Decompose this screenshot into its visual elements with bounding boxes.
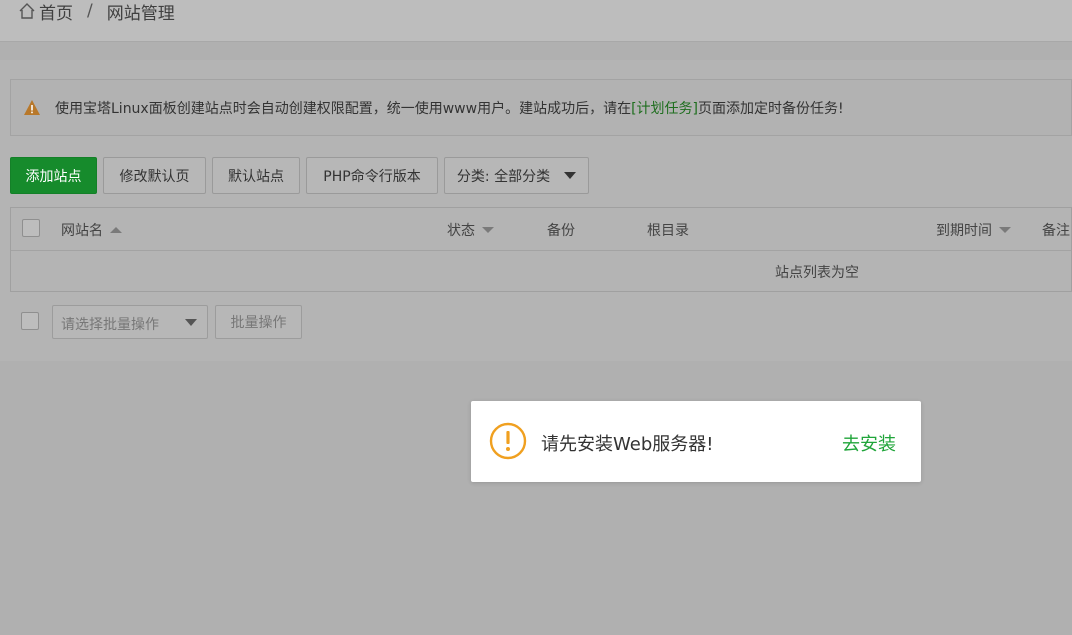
column-root-dir-label: 根目录 (647, 223, 689, 239)
column-site-name[interactable]: 网站名 (61, 220, 122, 240)
sort-desc-icon (999, 227, 1011, 233)
warning-icon (23, 99, 41, 116)
batch-select-checkbox[interactable] (21, 312, 39, 330)
column-expire-time-label: 到期时间 (936, 223, 992, 239)
column-expire-time[interactable]: 到期时间 (936, 220, 1011, 240)
breadcrumb-current: 网站管理 (106, 3, 175, 24)
column-root-dir: 根目录 (647, 220, 689, 240)
scheduled-tasks-link[interactable]: [计划任务] (631, 101, 698, 117)
select-all-checkbox[interactable] (22, 219, 40, 237)
php-cli-version-button[interactable]: PHP命令行版本 (306, 157, 438, 194)
category-select[interactable]: 分类: 全部分类 (444, 157, 589, 194)
column-site-name-label: 网站名 (61, 223, 103, 239)
notice-text: 使用宝塔Linux面板创建站点时会自动创建权限配置，统一使用www用户。建站成功… (55, 98, 844, 118)
edit-default-page-button[interactable]: 修改默认页 (103, 157, 206, 194)
home-icon[interactable] (18, 2, 36, 20)
batch-operation-select[interactable]: 请选择批量操作 (52, 305, 208, 339)
table-header: 网站名 状态 备份 根目录 到期时间 备注 (11, 208, 1071, 251)
breadcrumb: 首页 / 网站管理 (18, 0, 175, 24)
install-web-server-toast: 请先安装Web服务器! 去安装 (471, 401, 921, 482)
empty-list-message: 站点列表为空 (775, 265, 859, 281)
add-site-button[interactable]: 添加站点 (10, 157, 97, 194)
chevron-down-icon (185, 319, 197, 326)
column-status[interactable]: 状态 (447, 220, 494, 240)
batch-operation-button[interactable]: 批量操作 (215, 305, 302, 339)
notice-text-after: 页面添加定时备份任务! (698, 101, 844, 117)
site-management-panel: 使用宝塔Linux面板创建站点时会自动创建权限配置，统一使用www用户。建站成功… (0, 60, 1072, 361)
column-remark: 备注 (1042, 220, 1070, 240)
sort-desc-icon (482, 227, 494, 233)
chevron-down-icon (564, 172, 577, 179)
go-install-link[interactable]: 去安装 (842, 430, 896, 456)
breadcrumb-separator: / (87, 1, 93, 21)
default-site-button[interactable]: 默认站点 (212, 157, 300, 194)
column-remark-label: 备注 (1042, 223, 1070, 239)
column-status-label: 状态 (447, 223, 475, 239)
category-select-label: 分类: 全部分类 (456, 168, 551, 185)
column-backup: 备份 (547, 220, 575, 240)
notice-text-before: 使用宝塔Linux面板创建站点时会自动创建权限配置，统一使用www用户。建站成功… (55, 101, 632, 117)
top-bar: 首页 / 网站管理 (0, 0, 1072, 42)
batch-operation-placeholder: 请选择批量操作 (61, 317, 159, 333)
toast-message: 请先安装Web服务器! (541, 434, 714, 455)
sort-asc-icon (110, 227, 122, 233)
breadcrumb-home[interactable]: 首页 (39, 0, 73, 24)
notice-banner: 使用宝塔Linux面板创建站点时会自动创建权限配置，统一使用www用户。建站成功… (10, 79, 1072, 136)
exclamation-circle-icon (489, 422, 527, 460)
site-table: 网站名 状态 备份 根目录 到期时间 备注 站点列表为空 (10, 207, 1072, 292)
column-backup-label: 备份 (547, 223, 575, 239)
